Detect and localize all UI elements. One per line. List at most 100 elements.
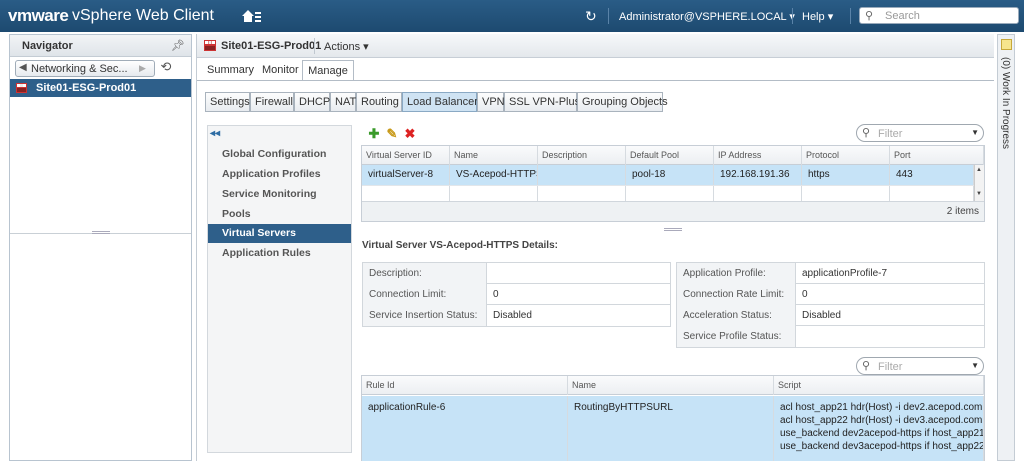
detail-row: Connection Limit: 0 [363,284,670,305]
tab-summary[interactable]: Summary [203,60,258,81]
edit-icon[interactable]: ✎ [386,127,398,140]
subtab-nat[interactable]: NAT [330,92,356,112]
tab-manage[interactable]: Manage [302,60,354,81]
script-line: use_backend dev2acepod-https if host_app… [780,428,984,439]
add-icon[interactable]: ✚ [368,127,380,140]
navigator-item-selected[interactable]: Site01-ESG-Prod01 [10,79,191,97]
navigator-back-button[interactable]: ◀ Networking & Sec... [15,60,155,77]
subtab-dhcp[interactable]: DHCP [294,92,330,112]
vmware-logo: vmware [8,6,69,25]
scroll-up-icon[interactable]: ▲ [976,167,982,173]
pin-icon[interactable]: 📌︎ [171,39,185,52]
subtab-firewall[interactable]: Firewall [250,92,294,112]
table-cell [626,186,714,202]
table-cell [538,165,626,185]
edge-gateway-icon [204,40,216,51]
user-menu[interactable]: Administrator@VSPHERE.LOCAL ▾ [619,10,795,23]
subtab-settings[interactable]: Settings [205,92,250,112]
item-count: 2 items [946,206,979,217]
actions-menu[interactable]: Actions ▾ [324,40,369,53]
table-row[interactable]: applicationRule-6 RoutingByHTTPSURL acl … [362,396,984,461]
script-line: acl host_app21 hdr(Host) -i dev2.acepod.… [780,402,983,413]
menu-item-service-monitoring[interactable]: Service Monitoring [208,185,351,204]
navigator-header: Navigator 📌︎ [10,35,191,57]
forward-arrow-icon[interactable]: ▶ [139,63,146,74]
virtual-servers-filter[interactable]: ⚲ Filter ▼ [856,124,984,142]
table-cell: VS-Acepod-HTTPS [450,165,538,185]
column-header[interactable]: Protocol [802,146,890,165]
actions-label: Actions [324,41,361,53]
detail-value: 0 [493,289,499,300]
load-balancer-menu: ◂◂ Global Configuration Application Prof… [207,125,352,453]
table-cell: virtualServer-8 [362,165,450,185]
detail-key: Service Profile Status: [677,326,796,347]
menu-item-application-rules[interactable]: Application Rules [208,244,351,263]
tab-monitor[interactable]: Monitor [258,60,303,81]
menu-item-application-profiles[interactable]: Application Profiles [208,165,351,184]
menu-item-pools[interactable]: Pools [208,205,351,224]
script-line: acl host_app22 hdr(Host) -i dev3.acepod.… [780,415,983,426]
table-row[interactable]: virtualServer-8 VS-Acepod-HTTPS pool-18 … [362,165,974,185]
column-header[interactable]: Name [450,146,538,165]
column-header[interactable]: Default Pool [626,146,714,165]
table-row [362,185,974,202]
main-panel: Site01-ESG-Prod01 Actions ▾ Summary Moni… [196,34,994,461]
grid-scrollbar[interactable]: ▲ ▼ [974,165,984,201]
column-header[interactable]: Description [538,146,626,165]
help-label: Help [802,11,825,23]
user-name: Administrator@VSPHERE.LOCAL [619,11,787,23]
navigator-title: Navigator [22,40,73,52]
detail-row: Acceleration Status: Disabled [677,305,984,326]
detail-key: Service Insertion Status: [363,305,487,326]
subtab-load-balancer[interactable]: Load Balancer [402,92,478,112]
menu-item-virtual-servers[interactable]: Virtual Servers [208,224,351,243]
help-menu[interactable]: Help ▾ [802,10,833,23]
work-in-progress-panel[interactable]: (0) Work In Progress [997,34,1015,461]
chevron-down-icon: ▼ [971,361,979,370]
application-rules-filter[interactable]: ⚲ Filter ▼ [856,357,984,375]
resize-grip[interactable] [664,228,682,231]
resize-grip[interactable] [92,231,110,234]
detail-value [487,263,499,284]
scroll-down-icon[interactable]: ▼ [976,191,982,197]
column-header[interactable]: Script [774,376,984,395]
edge-gateway-icon [16,83,27,93]
detail-row: Connection Rate Limit: 0 [677,284,984,305]
top-bar: vmware vSphere Web Client ↻ Administrato… [0,0,1024,32]
detail-row: Description: [363,263,670,284]
search-icon: ⚲ [862,360,871,372]
filter-placeholder: Filter [878,128,903,140]
detail-value: applicationProfile-7 [802,268,888,279]
grid-header: Rule Id Name Script [362,376,984,395]
collapse-icon[interactable]: ◂◂ [210,128,220,139]
chevron-down-icon: ▾ [827,11,834,23]
subtab-grouping-objects[interactable]: Grouping Objects [577,92,668,112]
column-header[interactable]: IP Address [714,146,802,165]
column-header[interactable]: Rule Id [362,376,568,395]
subtab-vpn[interactable]: VPN [477,92,505,112]
object-header: Site01-ESG-Prod01 Actions ▾ [197,34,994,58]
column-header[interactable]: Name [568,376,774,395]
details-right-table: Application Profile: applicationProfile-… [676,262,985,348]
detail-row: Application Profile: applicationProfile-… [677,263,984,284]
detail-key: Acceleration Status: [677,305,796,326]
subtab-ssl-vpn-plus[interactable]: SSL VPN-Plus [504,92,580,112]
home-icon[interactable] [240,7,262,25]
menu-item-global-configuration[interactable]: Global Configuration [208,145,351,164]
table-cell: https [802,165,890,185]
column-header[interactable]: Port [890,146,984,165]
subtab-routing[interactable]: Routing [356,92,402,112]
column-header[interactable]: Virtual Server ID [362,146,450,165]
search-input[interactable]: ⚲ Search [859,7,1019,24]
history-icon[interactable]: ⟲ [157,59,175,77]
table-cell: 443 [890,165,974,185]
object-title: Site01-ESG-Prod01 [221,40,322,52]
divider [608,8,609,24]
refresh-icon[interactable]: ↻ [585,8,597,25]
chevron-down-icon: ▾ [363,41,369,53]
navigator-panel: Navigator 📌︎ ◀ Networking & Sec... ▶ ⟲ S… [9,34,192,461]
grid-header: Virtual Server ID Name Description Defau… [362,146,984,165]
delete-icon[interactable]: ✖ [404,127,416,140]
search-icon: ⚲ [862,127,871,139]
details-left-table: Description: Connection Limit: 0 Service… [362,262,671,327]
